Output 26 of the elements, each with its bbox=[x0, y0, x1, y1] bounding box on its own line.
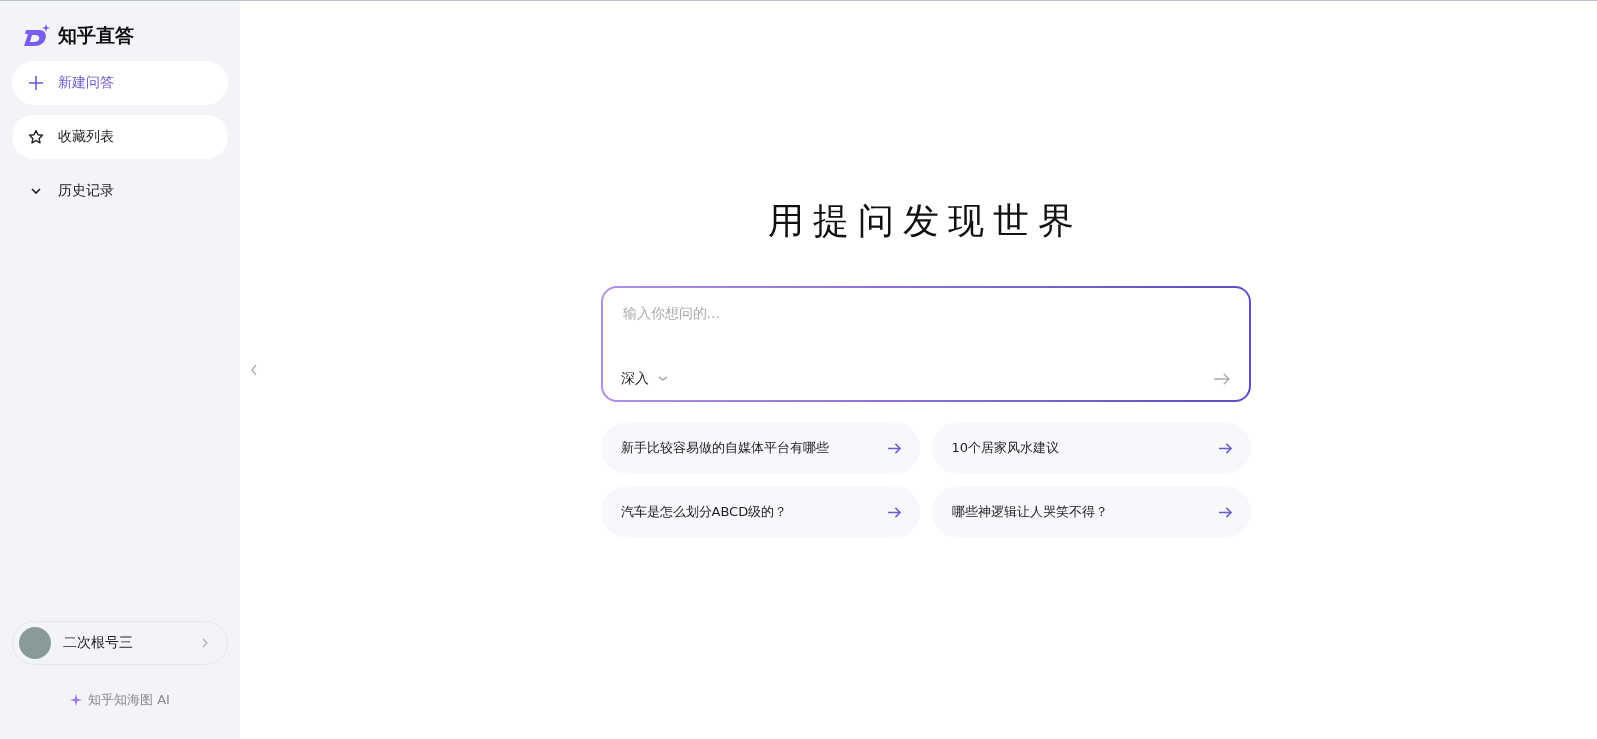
avatar bbox=[19, 627, 51, 659]
plus-icon bbox=[28, 75, 44, 91]
arrow-right-icon bbox=[886, 441, 902, 455]
caret-icon bbox=[656, 375, 669, 383]
logo-icon bbox=[22, 24, 50, 48]
sparkle-icon bbox=[70, 694, 83, 706]
suggestion-button[interactable]: 新手比较容易做的自媒体平台有哪些 bbox=[600, 422, 920, 474]
star-icon bbox=[28, 129, 44, 145]
collapse-icon[interactable] bbox=[250, 364, 258, 376]
history-toggle[interactable]: 历史记录 bbox=[12, 169, 228, 213]
suggestion-button[interactable]: 汽车是怎么划分ABCD级的？ bbox=[600, 486, 920, 538]
page-heading: 用提问发现世界 bbox=[768, 199, 1083, 243]
suggestion-button[interactable]: 哪些神逻辑让人哭笑不得？ bbox=[931, 486, 1251, 538]
user-profile-button[interactable]: 二次根号三 bbox=[12, 621, 228, 665]
new-question-button[interactable]: 新建问答 bbox=[12, 61, 228, 105]
arrow-right-icon bbox=[1217, 441, 1233, 455]
suggestion-button[interactable]: 10个居家风水建议 bbox=[931, 422, 1251, 474]
arrow-right-icon bbox=[886, 505, 902, 519]
app-title: 知乎直答 bbox=[58, 23, 134, 48]
arrow-right-icon bbox=[1217, 505, 1233, 519]
question-input[interactable]: 输入你想问的... 深入 bbox=[600, 286, 1251, 402]
send-button[interactable] bbox=[1212, 372, 1231, 386]
favorites-button[interactable]: 收藏列表 bbox=[12, 115, 228, 159]
chevron-right-icon bbox=[201, 637, 209, 649]
mode-dropdown[interactable]: 深入 bbox=[620, 370, 669, 388]
footer-text: 知乎知海图 AI bbox=[88, 691, 170, 709]
